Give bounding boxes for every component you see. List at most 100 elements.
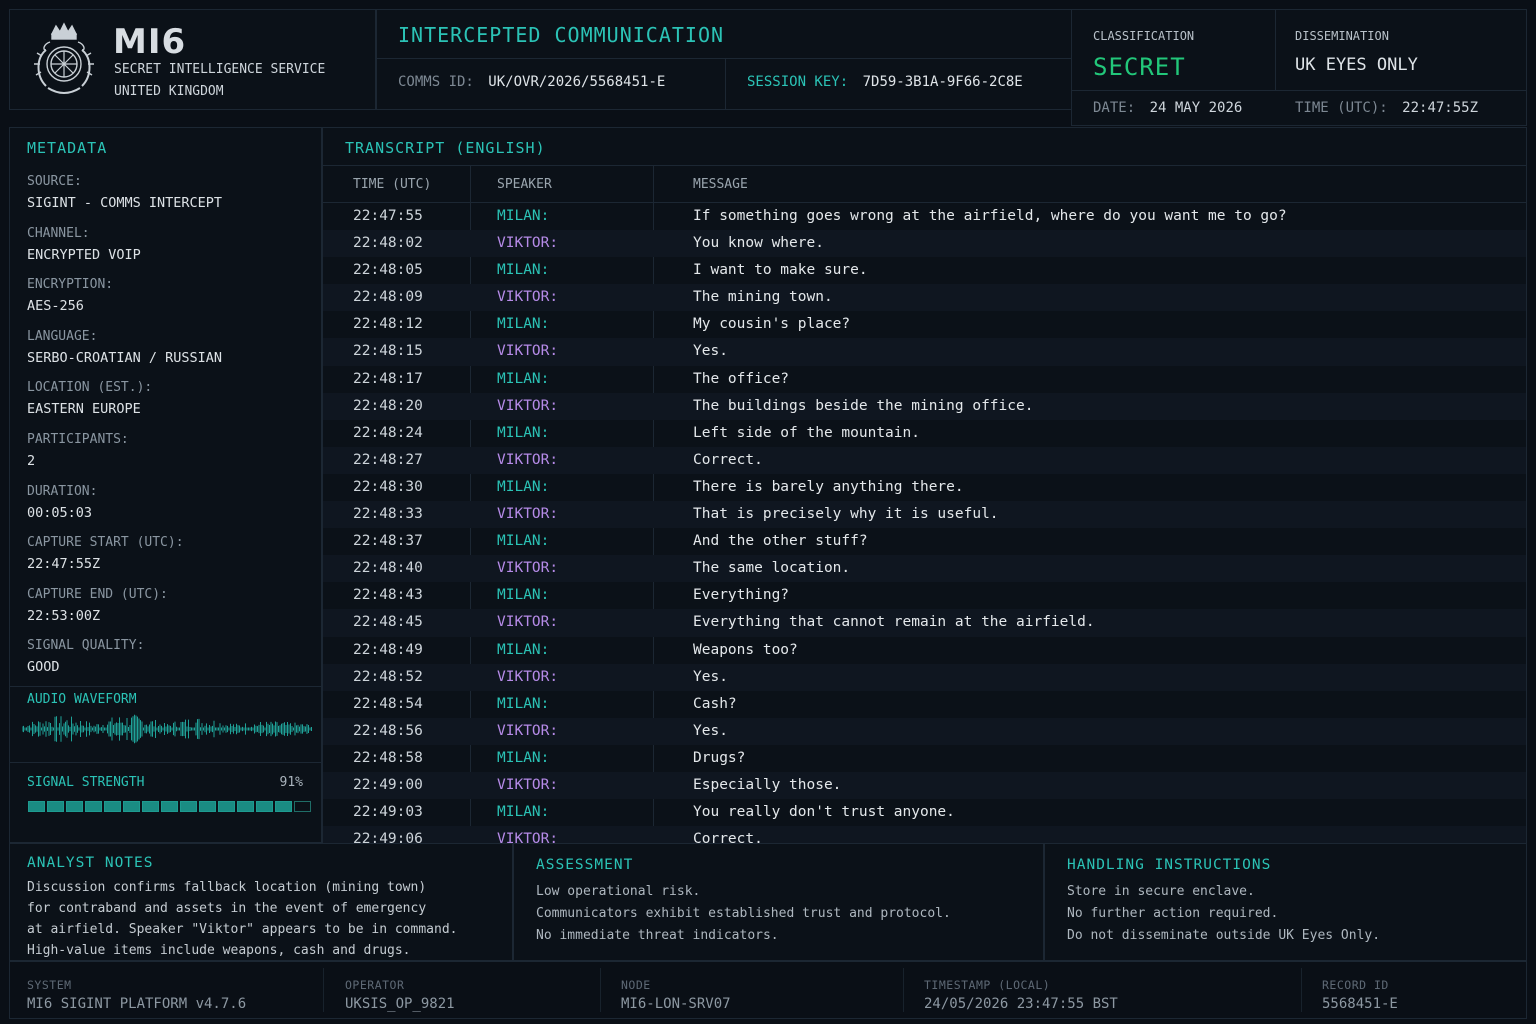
analyst-notes-title: ANALYST NOTES [27,855,154,871]
row-time: 22:48:30 [353,478,423,495]
metadata-value: 22:53:00Z [27,607,101,624]
comms-id: COMMS ID: UK/OVR/2026/5568451-E [398,74,665,90]
row-time: 22:49:00 [353,776,423,793]
row-time: 22:47:55 [353,208,423,224]
row-message: I want to make sure. [693,262,868,279]
metadata-value: AES-256 [27,298,84,315]
row-message: If something goes wrong at the airfield,… [693,208,1287,224]
time: TIME (UTC): 22:47:55Z [1295,100,1478,116]
header-logo-panel: MI6 SECRET INTELLIGENCE SERVICE UNITED K… [9,9,376,110]
assessment-title: ASSESSMENT [536,857,634,873]
transcript-row: 22:48:54 MILAN: Cash? [323,691,1526,718]
row-speaker: MILAN: [497,587,550,604]
assessment-line: Communicators exhibit established trust … [536,906,951,921]
signal-segment [294,801,311,812]
row-speaker: MILAN: [497,749,550,766]
row-message: Left side of the mountain. [693,424,920,441]
signal-segment [142,801,159,812]
org-country: UNITED KINGDOM [114,84,224,99]
handling-line: Do not disseminate outside UK Eyes Only. [1067,928,1381,943]
metadata-label: SOURCE: [27,174,82,189]
footer-node: NODE MI6-LON-SRV07 [621,978,731,1012]
transcript-row: 22:48:43 MILAN: Everything? [323,582,1526,609]
dissemination-value: UK EYES ONLY [1295,55,1418,75]
row-message: Yes. [693,343,728,360]
analyst-note-line: High-value items include weapons, cash a… [27,943,411,958]
metadata-item: DURATION: 00:05:03 [27,482,97,523]
row-speaker: VIKTOR: [497,776,559,793]
row-message: Drugs? [693,749,746,766]
metadata-value: SIGINT - COMMS INTERCEPT [27,195,223,211]
metadata-value: SERBO-CROATIAN / RUSSIAN [27,349,223,366]
transcript-header-row: TIME (UTC) SPEAKER MESSAGE [323,165,1526,203]
footer-system-value: MI6 SIGINT PLATFORM v4.7.6 [27,996,247,1012]
row-time: 22:48:52 [353,668,423,685]
row-time: 22:49:03 [353,804,423,821]
transcript-row: 22:48:58 MILAN: Drugs? [323,745,1526,772]
transcript-panel: TRANSCRIPT (ENGLISH) TIME (UTC) SPEAKER … [322,127,1527,854]
transcript-rows: 22:47:55 MILAN: If something goes wrong at… [323,203,1526,854]
row-speaker: VIKTOR: [497,668,559,685]
row-time: 22:48:33 [353,506,423,523]
transcript-row: 22:49:00 VIKTOR: Especially those. [323,771,1526,800]
footer-system: SYSTEM MI6 SIGINT PLATFORM v4.7.6 [27,978,246,1012]
row-speaker: MILAN: [497,804,550,821]
row-speaker: VIKTOR: [497,451,559,468]
metadata-item: SOURCE: SIGINT - COMMS INTERCEPT [27,172,222,213]
metadata-label: DURATION: [27,483,98,499]
footer-operator-label: OPERATOR [345,978,405,992]
footer-node-label: NODE [621,978,651,992]
signal-segment [275,801,292,812]
transcript-row: 22:48:56 VIKTOR: Yes. [323,717,1526,745]
org-subtitle: SECRET INTELLIGENCE SERVICE [114,62,326,77]
row-message: Yes. [693,722,728,739]
footer-record-value: 5568451-E [1322,996,1398,1012]
metadata-value: GOOD [27,659,60,676]
row-time: 22:48:49 [353,641,423,658]
transcript-row: 22:49:03 MILAN: You really don't trust any… [323,799,1526,826]
signal-segment [161,801,178,812]
document-title: INTERCEPTED COMMUNICATION [398,23,725,47]
transcript-row: 22:48:20 VIKTOR: The buildings beside the … [323,392,1526,420]
session-key-value: 7D59-3B1A-9F66-2C8E [862,74,1023,90]
metadata-label: SIGNAL QUALITY: [27,638,145,654]
assessment-panel: ASSESSMENT Low operational risk. Communic… [513,843,1044,961]
date-value: 24 MAY 2026 [1149,100,1243,116]
handling-instructions-panel: HANDLING INSTRUCTIONS Store in secure en… [1044,843,1527,961]
metadata-value: 22:47:55Z [27,556,101,573]
footer-node-value: MI6-LON-SRV07 [621,996,731,1012]
row-speaker: MILAN: [497,262,550,279]
footer-timestamp: TIMESTAMP (LOCAL) 24/05/2026 23:47:55 BS… [924,978,1118,1012]
signal-segment [85,801,102,812]
time-value: 22:47:55Z [1402,100,1479,116]
analyst-notes-panel: ANALYST NOTES Discussion confirms fallba… [9,843,513,961]
analyst-note-line: Discussion confirms fallback location (m… [27,880,427,895]
row-speaker: MILAN: [497,533,550,550]
metadata-label: LOCATION (EST.): [27,380,153,396]
row-message: Cash? [693,695,737,712]
transcript-row: 22:48:40 VIKTOR: The same location. [323,555,1526,583]
assessment-line: Low operational risk. [536,884,701,899]
row-speaker: MILAN: [497,695,550,712]
header-classification-panel: CLASSIFICATION SECRET DISSEMINATION UK E… [1071,9,1527,126]
row-speaker: VIKTOR: [497,289,559,306]
metadata-label: CHANNEL: [27,225,90,241]
signal-segment [218,801,235,812]
transcript-row: 22:48:12 MILAN: My cousin's place? [323,311,1526,338]
row-time: 22:48:17 [353,370,423,387]
row-time: 22:48:05 [353,262,423,279]
assessment-line: No immediate threat indicators. [536,928,779,943]
footer-timestamp-value: 24/05/2026 23:47:55 BST [924,996,1118,1012]
signal-segment [123,801,140,812]
footer-timestamp-label: TIMESTAMP (LOCAL) [924,978,1051,992]
session-key-label: SESSION KEY: [747,74,849,90]
row-message: The same location. [693,560,851,577]
transcript-row: 22:48:09 VIKTOR: The mining town. [323,284,1526,312]
metadata-item: ENCRYPTION: AES-256 [27,275,113,316]
row-time: 22:48:02 [353,235,423,252]
row-message: That is precisely why it is useful. [693,506,999,523]
metadata-label: PARTICIPANTS: [27,432,129,447]
date: DATE: 24 MAY 2026 [1093,100,1242,116]
row-speaker: MILAN: [497,208,550,224]
row-speaker: VIKTOR: [497,235,559,252]
